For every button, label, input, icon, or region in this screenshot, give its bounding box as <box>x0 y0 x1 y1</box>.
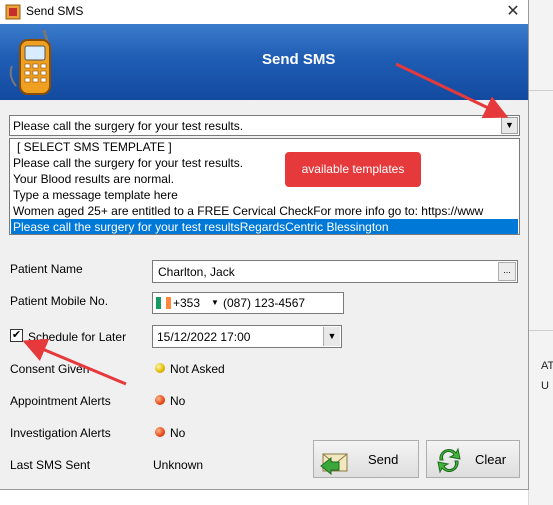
annotation-arrows <box>22 62 509 386</box>
arrow-to-checkbox <box>22 338 127 386</box>
arrow-to-dropdown <box>395 62 509 119</box>
